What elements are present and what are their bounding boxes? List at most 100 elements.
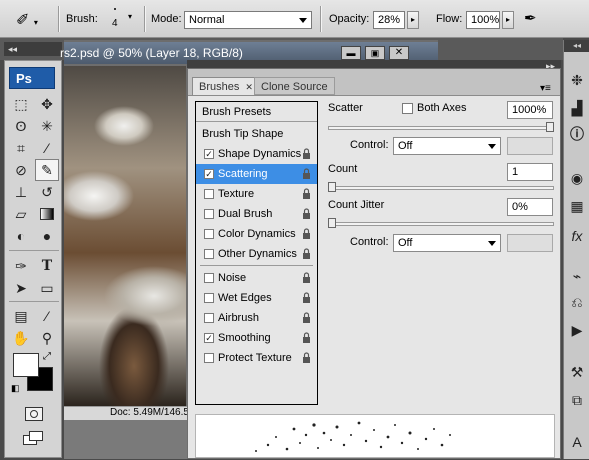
maximize-button[interactable]: ▣ [365,46,385,60]
path-selection-tool-icon[interactable]: ➤ [9,277,33,299]
brush-option-row[interactable]: Protect Texture [196,348,317,368]
panel-menu-icon[interactable]: ▾≡ [540,83,551,94]
magic-wand-tool-icon[interactable]: ✳ [35,115,59,137]
quick-mask-icon[interactable] [25,407,43,421]
brush-option-row[interactable]: ✓ Shape Dynamics [196,144,317,164]
brush-option-row[interactable]: Noise [196,268,317,288]
airbrush-toggle-icon[interactable]: ✒ [524,9,546,31]
toolbox-grip[interactable]: ◂◂ [4,42,62,56]
count-slider[interactable] [328,186,554,190]
actions-icon[interactable]: ▶ [567,320,587,340]
opacity-slider-button[interactable]: ▸ [407,11,419,29]
scatter-slider-thumb[interactable] [546,122,554,132]
histogram-icon[interactable]: ▟ [567,98,587,118]
pen-tool-icon[interactable]: ✑ [9,255,33,277]
marquee-tool-icon[interactable]: ⬚ [9,93,33,115]
brush-option-row[interactable]: ✓ Scattering [196,164,317,184]
brush-option-row[interactable]: Other Dynamics [196,244,317,264]
scatter-input[interactable]: 1000% [507,101,553,119]
history-icon[interactable]: ⎌ [567,292,587,312]
clone-stamp-tool-icon[interactable]: ⊥ [9,181,33,203]
lock-icon[interactable] [302,148,311,159]
dodge-tool-icon[interactable]: ◐ [9,225,33,247]
brush-option-checkbox[interactable] [204,273,214,283]
blur-tool-icon[interactable]: ● [35,225,59,247]
brush-option-row[interactable]: Texture [196,184,317,204]
rectangle-tool-icon[interactable]: ▭ [35,277,59,299]
mode-select[interactable]: Normal [184,11,312,29]
brush-picker[interactable]: 4 ▾ [104,6,140,32]
lock-icon[interactable] [302,312,311,323]
brush-option-checkbox[interactable] [204,189,214,199]
eyedropper-tool-icon[interactable]: ⁄ [35,305,59,327]
brush-option-checkbox[interactable] [204,209,214,219]
tab-brushes[interactable]: Brushes ✕ [192,77,260,95]
layer-comps-icon[interactable]: ⧉ [567,390,587,410]
minimize-button[interactable]: ▬ [341,46,361,60]
character-icon[interactable]: A [567,432,587,452]
lock-icon[interactable] [302,188,311,199]
lock-icon[interactable] [302,208,311,219]
brush-option-checkbox[interactable]: ✓ [204,333,214,343]
slice-tool-icon[interactable]: ⁄ [35,137,59,159]
brush-option-checkbox[interactable] [204,313,214,323]
tab-close-icon[interactable]: ✕ [245,82,253,92]
brush-tool-preset-icon[interactable]: ✐ ▾ [16,10,46,30]
control-1-select[interactable]: Off [393,137,501,155]
brush-option-row[interactable]: ✓ Smoothing [196,328,317,348]
count-jitter-slider-thumb[interactable] [328,218,336,228]
lock-icon[interactable] [302,228,311,239]
lock-icon[interactable] [302,248,311,259]
count-input[interactable]: 1 [507,163,553,181]
opacity-input[interactable]: 28% [373,11,405,29]
move-tool-icon[interactable]: ✥ [35,93,59,115]
lock-icon[interactable] [302,272,311,283]
control-2-select[interactable]: Off [393,234,501,252]
tool-presets-icon[interactable]: ⚒ [567,362,587,382]
crop-tool-icon[interactable]: ⌗ [9,137,33,159]
lock-icon[interactable] [302,352,311,363]
healing-brush-tool-icon[interactable]: ⊘ [9,159,33,181]
swap-colors-icon[interactable]: ⤢ [43,351,51,362]
history-brush-tool-icon[interactable]: ↺ [35,181,59,203]
brush-option-checkbox[interactable]: ✓ [204,169,214,179]
gradient-tool-icon[interactable] [35,203,59,225]
close-button[interactable]: ✕ [389,46,409,60]
brush-tip-shape-item[interactable]: Brush Tip Shape [196,124,317,144]
lasso-tool-icon[interactable]: ʘ [9,115,33,137]
tab-clone-source[interactable]: Clone Source [254,77,335,95]
brush-option-checkbox[interactable] [204,353,214,363]
brush-option-row[interactable]: Color Dynamics [196,224,317,244]
default-colors-icon[interactable]: ◧ [11,383,20,394]
color-icon[interactable]: ◉ [567,168,587,188]
brush-tool-icon[interactable]: ✎ [35,159,59,181]
hand-tool-icon[interactable]: ✋ [9,327,33,349]
scatter-slider[interactable] [328,126,554,130]
brush-option-row[interactable]: Dual Brush [196,204,317,224]
canvas-image[interactable] [64,66,186,406]
notes-tool-icon[interactable]: ▤ [9,305,33,327]
brush-option-checkbox[interactable] [204,293,214,303]
navigator-icon[interactable]: ❉ [567,70,587,90]
brush-option-checkbox[interactable]: ✓ [204,149,214,159]
lock-icon[interactable] [302,168,311,179]
brush-presets-item[interactable]: Brush Presets [196,102,317,122]
foreground-color-swatch[interactable] [13,353,39,377]
count-jitter-slider[interactable] [328,222,554,226]
lock-icon[interactable] [302,292,311,303]
flow-slider-button[interactable]: ▸ [502,11,514,29]
type-tool-icon[interactable]: T [35,255,59,277]
count-slider-thumb[interactable] [328,182,336,192]
brush-option-checkbox[interactable] [204,229,214,239]
flow-input[interactable]: 100% [466,11,500,29]
eraser-tool-icon[interactable]: ▱ [9,203,33,225]
dock-grip[interactable]: ◂◂ [564,40,589,52]
lock-icon[interactable] [302,332,311,343]
swatches-icon[interactable]: ▦ [567,196,587,216]
brush-option-checkbox[interactable] [204,249,214,259]
styles-icon[interactable]: fx [567,226,587,246]
brush-option-row[interactable]: Airbrush [196,308,317,328]
both-axes-checkbox[interactable] [402,103,413,114]
zoom-tool-icon[interactable]: ⚲ [35,327,59,349]
screen-mode-icon[interactable] [23,431,45,447]
